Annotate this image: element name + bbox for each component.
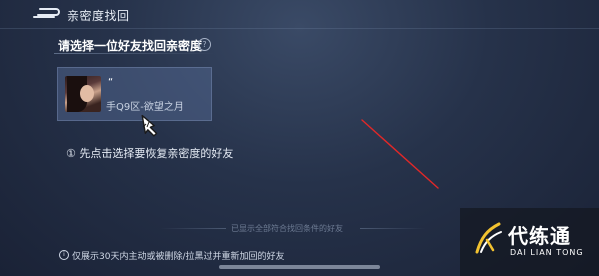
watermark-name: 代练通 xyxy=(508,224,571,248)
home-indicator[interactable] xyxy=(219,265,380,269)
footer-note: 已显示全部符合找回条件的好友 xyxy=(231,224,343,233)
footer-line-left xyxy=(160,228,226,229)
watermark-sub: DAI LIAN TONG xyxy=(510,248,584,257)
info-icon: i xyxy=(59,250,69,260)
footer-line-right xyxy=(360,228,426,229)
watermark: 代练通 DAI LIAN TONG xyxy=(460,208,599,276)
brand-logo-icon xyxy=(475,222,502,254)
bottom-note: 仅展示30天内主动或被删除/拉黑过并重新加回的好友 xyxy=(72,252,285,262)
